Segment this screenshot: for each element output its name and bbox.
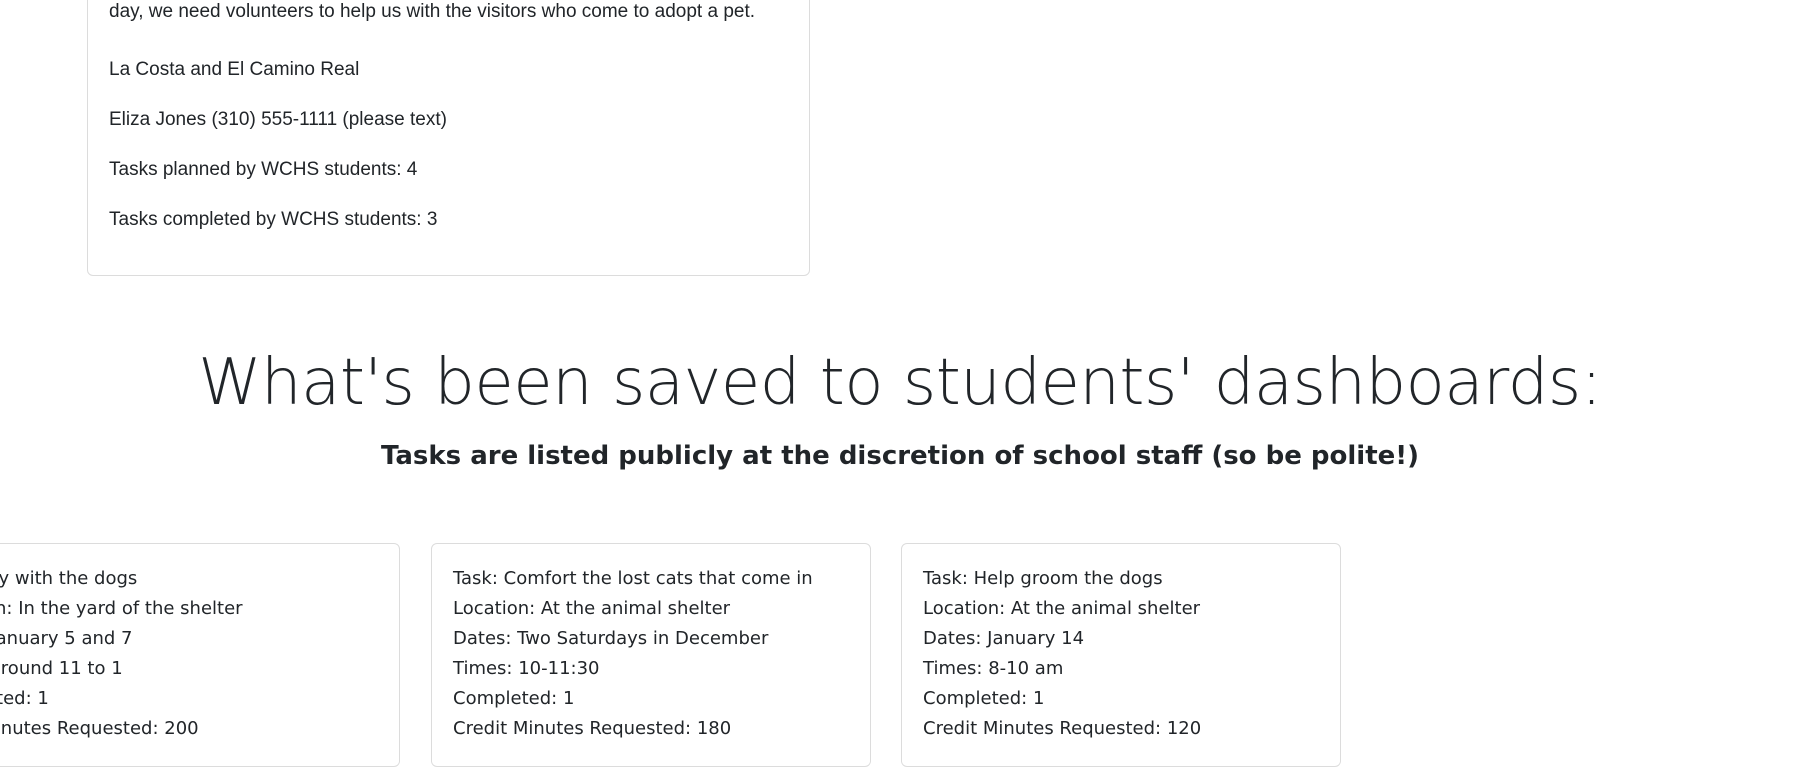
tasks-completed-count: Tasks completed by WCHS students: 3 [109,209,438,230]
task-times: mes: around 11 to 1 [0,658,123,679]
task-dates: Dates: January 14 [923,628,1085,649]
task-dates: Dates: Two Saturdays in December [453,628,769,649]
task-credit-minutes: edit Minutes Requested: 200 [0,718,199,739]
task-location: Location: At the animal shelter [453,598,731,619]
task-card: sk: Play with the dogs ocation: In the y… [0,543,400,767]
organization-description: day, we need volunteers to help us with … [109,1,756,22]
task-title: sk: Play with the dogs [0,568,138,589]
task-dates: ates: January 5 and 7 [0,628,133,649]
task-credit-minutes: Credit Minutes Requested: 180 [453,718,732,739]
task-credit-minutes: Credit Minutes Requested: 120 [923,718,1202,739]
task-title: Task: Help groom the dogs [923,568,1163,589]
task-times: Times: 10-11:30 [453,658,600,679]
page-subtitle: Tasks are listed publicly at the discret… [380,441,1419,471]
page-title: What's been saved to students' dashboard… [198,346,1602,420]
task-location: Location: At the animal shelter [923,598,1201,619]
task-card: Task: Help groom the dogs Location: At t… [901,543,1341,767]
task-completed: Completed: 1 [453,688,575,709]
organization-card: day, we need volunteers to help us with … [87,0,810,276]
task-completed: ompleted: 1 [0,688,49,709]
task-times: Times: 8-10 am [923,658,1064,679]
organization-location: La Costa and El Camino Real [109,59,360,80]
tasks-planned-count: Tasks planned by WCHS students: 4 [109,159,418,180]
task-location: ocation: In the yard of the shelter [0,598,243,619]
task-title: Task: Comfort the lost cats that come in [453,568,813,589]
organization-contact: Eliza Jones (310) 555-1111 (please text) [109,109,447,130]
task-card: Task: Comfort the lost cats that come in… [431,543,871,767]
task-completed: Completed: 1 [923,688,1045,709]
